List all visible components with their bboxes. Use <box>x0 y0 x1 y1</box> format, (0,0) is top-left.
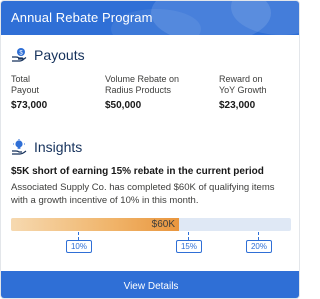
payouts-title: Payouts <box>34 47 85 63</box>
metric-label: Reward on <box>219 74 263 84</box>
metric-yoy-reward: Reward on YoY Growth $23,000 <box>219 74 267 111</box>
metric-total-payout: Total Payout $73,000 <box>11 74 47 111</box>
metric-value: $73,000 <box>11 100 48 111</box>
metric-label: Volume Rebate on <box>105 74 180 84</box>
card-title: Annual Rebate Program <box>11 10 153 25</box>
progress-value-label: $60K <box>151 219 175 230</box>
threshold-tick <box>258 232 259 240</box>
payout-hand-coin-icon: $ <box>11 47 27 63</box>
threshold-tick <box>78 232 79 240</box>
metric-label: Radius Products <box>105 85 172 95</box>
card-header: Annual Rebate Program <box>1 1 299 35</box>
threshold-label: 15% <box>176 240 202 253</box>
threshold-tick <box>188 232 189 240</box>
metric-label: Payout <box>11 85 40 95</box>
insight-description: Associated Supply Co. has completed $60K… <box>11 182 275 206</box>
threshold-label: 20% <box>246 240 272 253</box>
metric-value: $23,000 <box>219 100 256 111</box>
threshold-label: 10% <box>66 240 92 253</box>
rebate-card: Annual Rebate Program $ Payouts Total Pa… <box>0 0 300 299</box>
payouts-section-header: $ Payouts <box>11 47 85 63</box>
metric-label: Total <box>11 74 31 84</box>
insight-headline: $5K short of earning 15% rebate in the c… <box>11 166 264 177</box>
insights-section-header: Insights <box>11 139 82 155</box>
view-details-button[interactable]: View Details <box>1 271 299 298</box>
insights-title: Insights <box>34 139 83 155</box>
insights-lightbulb-hand-icon <box>11 139 27 155</box>
metric-volume-rebate: Volume Rebate on Radius Products $50,000 <box>105 74 179 111</box>
metric-label: YoY Growth <box>219 85 267 95</box>
metric-value: $50,000 <box>105 100 142 111</box>
